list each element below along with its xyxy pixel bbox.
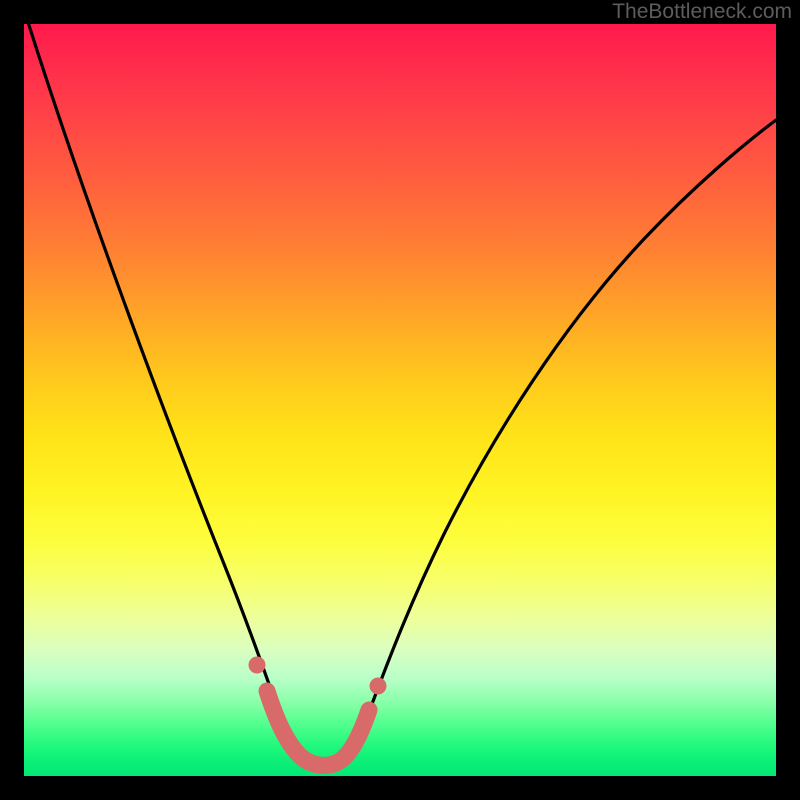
plot-area [24, 24, 776, 776]
watermark-text: TheBottleneck.com [612, 0, 792, 24]
chart-frame: TheBottleneck.com [0, 0, 800, 800]
optimal-marker [24, 24, 776, 776]
